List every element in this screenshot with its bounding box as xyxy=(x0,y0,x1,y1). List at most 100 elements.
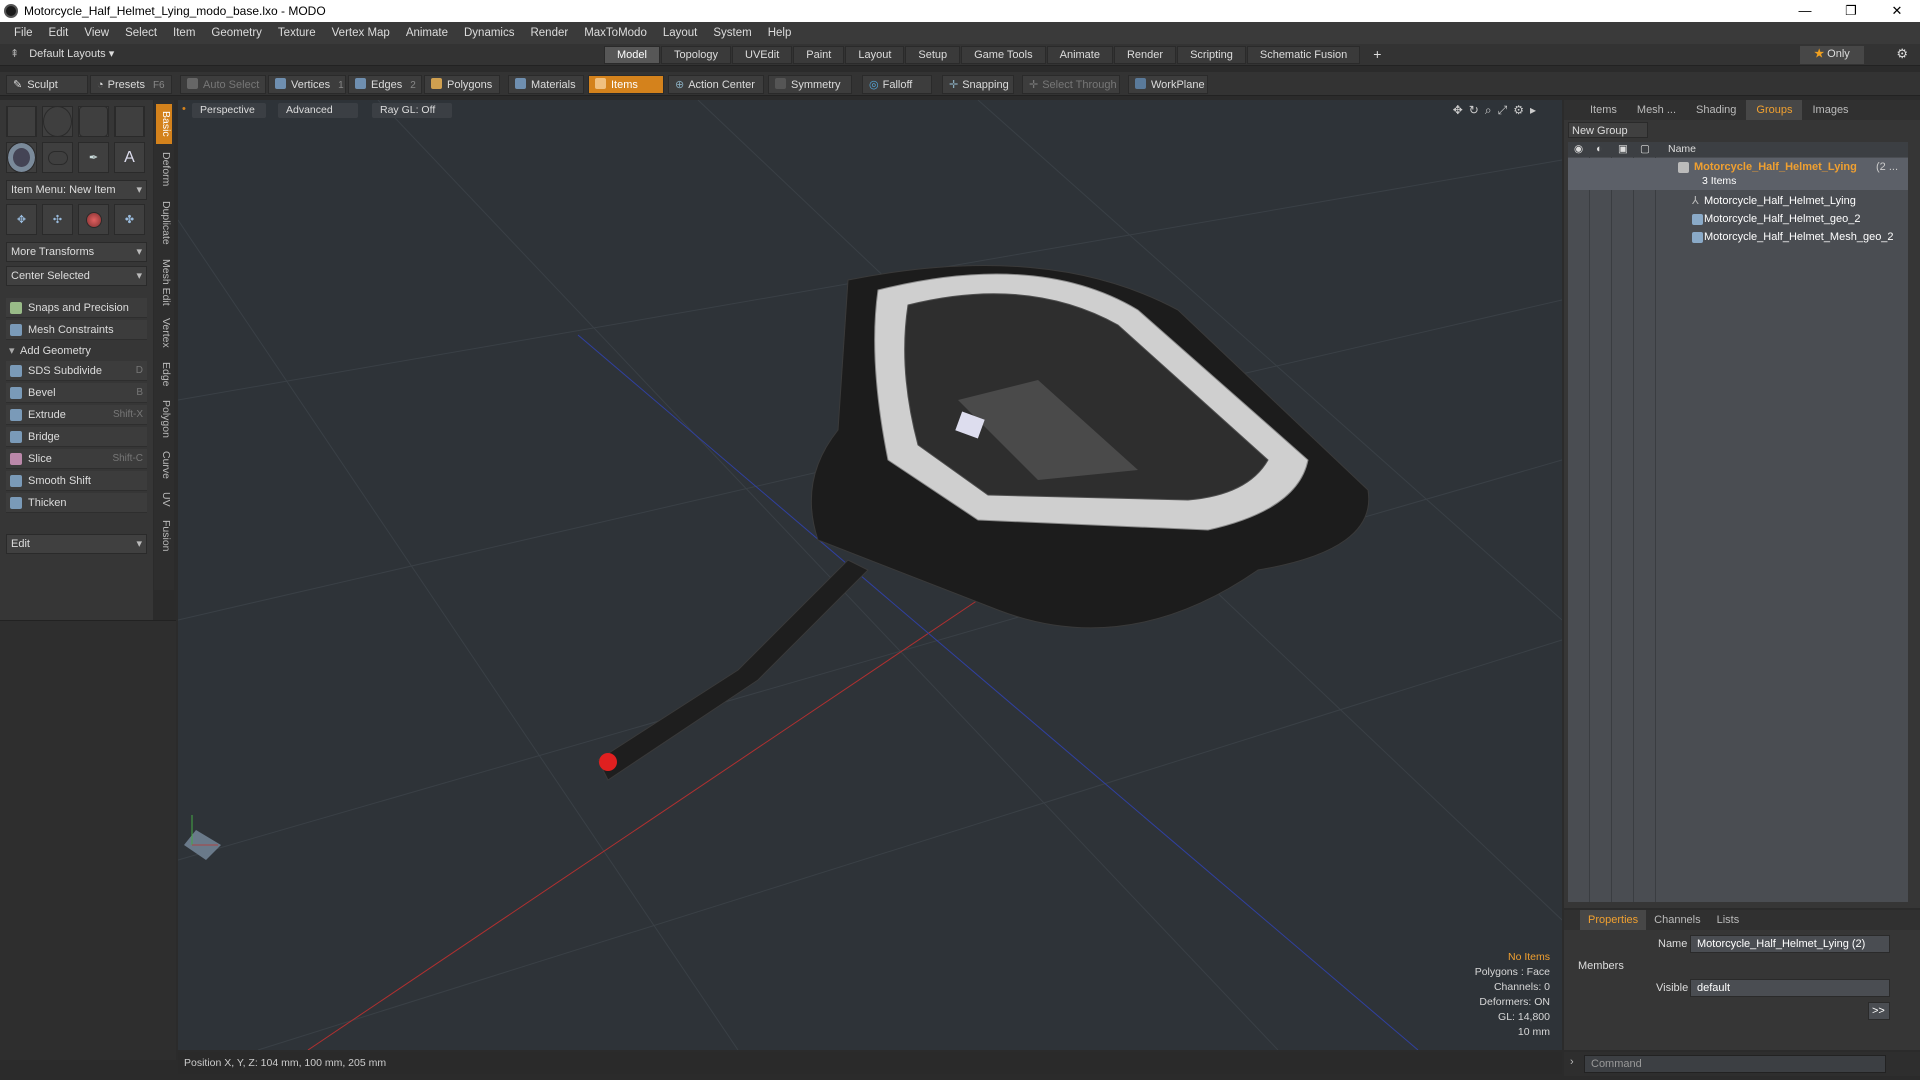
lock-icon[interactable]: ▣ xyxy=(1618,143,1628,155)
sds-subdivide-button[interactable]: SDS Subdivide D xyxy=(6,361,147,381)
scale-tool-button[interactable] xyxy=(78,204,109,235)
symmetry-button[interactable]: Symmetry xyxy=(768,75,852,94)
add-tab-button[interactable]: + xyxy=(1361,46,1393,64)
action-center-button[interactable]: ⊕ Action Center xyxy=(668,75,764,94)
cube-tool-button[interactable] xyxy=(6,106,37,137)
scene-canvas[interactable] xyxy=(178,100,1562,1050)
menu-render[interactable]: Render xyxy=(522,27,576,39)
menu-maxtomodo[interactable]: MaxToModo xyxy=(576,27,655,39)
vtab-uv[interactable]: UV xyxy=(156,486,172,512)
zoom-icon[interactable]: ⌕ xyxy=(1485,103,1498,117)
menu-animate[interactable]: Animate xyxy=(398,27,456,39)
tab-shading[interactable]: Shading xyxy=(1686,100,1746,120)
menu-help[interactable]: Help xyxy=(760,27,800,39)
tab-game-tools[interactable]: Game Tools xyxy=(961,46,1046,64)
menu-system[interactable]: System xyxy=(705,27,759,39)
vtab-fusion[interactable]: Fusion xyxy=(156,514,172,558)
capsule-tool-button[interactable] xyxy=(42,142,73,173)
thicken-button[interactable]: Thicken xyxy=(6,493,147,513)
torus-tool-button[interactable] xyxy=(6,142,37,173)
tab-schematic-fusion[interactable]: Schematic Fusion xyxy=(1246,46,1361,64)
vtab-polygon[interactable]: Polygon xyxy=(156,394,172,444)
rotate-tool-button[interactable]: ✣ xyxy=(42,204,73,235)
tab-render[interactable]: Render xyxy=(1113,46,1177,64)
render-icon[interactable]: ◐ xyxy=(1596,143,1602,155)
only-button[interactable]: ★ Only xyxy=(1800,46,1864,64)
menu-geometry[interactable]: Geometry xyxy=(203,27,270,39)
vtab-deform[interactable]: Deform xyxy=(156,146,172,192)
menu-select[interactable]: Select xyxy=(117,27,165,39)
tab-animate[interactable]: Animate xyxy=(1046,46,1113,64)
layout-select[interactable]: ⇞ Default Layouts ▾ xyxy=(10,47,114,60)
collapse-icon[interactable]: ⇞ xyxy=(10,48,19,60)
helmet-model[interactable] xyxy=(597,264,1370,781)
axis-gizmo[interactable] xyxy=(184,815,221,860)
expand-arrow-icon[interactable]: ▸ xyxy=(1530,103,1542,117)
mesh-constraints-button[interactable]: Mesh Constraints xyxy=(6,320,147,340)
sculpt-button[interactable]: ✎ Sculpt xyxy=(6,75,88,94)
select-icon[interactable]: ▢ xyxy=(1640,143,1650,155)
name-field[interactable]: Motorcycle_Half_Helmet_Lying (2) xyxy=(1690,935,1890,953)
select-through-button[interactable]: ✛ Select Through xyxy=(1022,75,1120,94)
bridge-button[interactable]: Bridge xyxy=(6,427,147,447)
viewport-settings-icon[interactable]: ⚙ xyxy=(1513,103,1530,117)
vtab-basic[interactable]: Basic xyxy=(156,104,172,144)
add-geometry-header[interactable]: Add Geometry xyxy=(6,342,147,360)
menu-edit[interactable]: Edit xyxy=(41,27,77,39)
3d-viewport[interactable]: • Perspective Advanced Ray GL: Off ✥↻⌕⤢⚙… xyxy=(178,100,1562,1050)
advanced-button[interactable]: Advanced xyxy=(278,103,358,118)
extrude-button[interactable]: Extrude Shift-X xyxy=(6,405,147,425)
cone-tool-button[interactable] xyxy=(114,106,145,137)
tab-items[interactable]: Items xyxy=(1580,100,1627,120)
command-input[interactable]: Command xyxy=(1584,1055,1886,1073)
raygl-button[interactable]: Ray GL: Off xyxy=(372,103,452,118)
orbit-icon[interactable]: ↻ xyxy=(1469,103,1485,117)
maximize-icon[interactable]: ⤢ xyxy=(1498,103,1514,117)
vtab-curve[interactable]: Curve xyxy=(156,446,172,484)
text-tool-button[interactable]: A xyxy=(114,142,145,173)
eye-icon[interactable]: ◉ xyxy=(1574,143,1583,155)
menu-dynamics[interactable]: Dynamics xyxy=(456,27,522,39)
menu-layout[interactable]: Layout xyxy=(655,27,706,39)
menu-vertex-map[interactable]: Vertex Map xyxy=(324,27,398,39)
menu-texture[interactable]: Texture xyxy=(270,27,324,39)
edit-dropdown[interactable]: Edit xyxy=(6,534,147,554)
vtab-duplicate[interactable]: Duplicate xyxy=(156,194,172,252)
polygons-button[interactable]: Polygons xyxy=(424,75,500,94)
menu-item[interactable]: Item xyxy=(165,27,203,39)
transform-tool-button[interactable]: ✤ xyxy=(114,204,145,235)
tab-uvedit[interactable]: UVEdit xyxy=(732,46,793,64)
more-button[interactable]: >> xyxy=(1868,1002,1890,1020)
member-row[interactable]: ⅄ Motorcycle_Half_Helmet_Lying xyxy=(1568,192,1908,210)
member-row[interactable]: Motorcycle_Half_Helmet_Mesh_geo_2 xyxy=(1568,228,1908,246)
vertices-button[interactable]: Vertices 1 xyxy=(268,75,346,94)
smooth-shift-button[interactable]: Smooth Shift xyxy=(6,471,147,491)
vtab-mesh-edit[interactable]: Mesh Edit xyxy=(156,254,172,310)
bevel-button[interactable]: Bevel B xyxy=(6,383,147,403)
menu-view[interactable]: View xyxy=(76,27,117,39)
menu-file[interactable]: File xyxy=(6,27,41,39)
tab-groups[interactable]: Groups xyxy=(1746,100,1803,120)
tab-lists[interactable]: Lists xyxy=(1709,910,1748,930)
center-selected-dropdown[interactable]: Center Selected xyxy=(6,266,147,286)
minimize-button[interactable]: — xyxy=(1782,0,1828,22)
edges-button[interactable]: Edges 2 xyxy=(348,75,422,94)
visible-dropdown[interactable]: default xyxy=(1690,979,1890,997)
tab-properties[interactable]: Properties xyxy=(1580,910,1647,930)
slice-button[interactable]: Slice Shift-C xyxy=(6,449,147,469)
workplane-button[interactable]: WorkPlane xyxy=(1128,75,1208,94)
tab-model[interactable]: Model xyxy=(604,46,660,64)
tab-images[interactable]: Images xyxy=(1802,100,1858,120)
tab-layout[interactable]: Layout xyxy=(845,46,905,64)
snaps-precision-button[interactable]: Snaps and Precision xyxy=(6,298,147,318)
items-button[interactable]: Items xyxy=(588,75,664,94)
more-transforms-dropdown[interactable]: More Transforms xyxy=(6,242,147,262)
cylinder-tool-button[interactable] xyxy=(78,106,109,137)
tab-scripting[interactable]: Scripting xyxy=(1177,46,1246,64)
name-column-header[interactable]: Name xyxy=(1668,143,1696,155)
item-menu-dropdown[interactable]: Item Menu: New Item xyxy=(6,180,147,200)
auto-select-button[interactable]: Auto Select xyxy=(180,75,266,94)
snapping-button[interactable]: ✛ Snapping xyxy=(942,75,1014,94)
materials-button[interactable]: Materials xyxy=(508,75,584,94)
tab-setup[interactable]: Setup xyxy=(905,46,961,64)
